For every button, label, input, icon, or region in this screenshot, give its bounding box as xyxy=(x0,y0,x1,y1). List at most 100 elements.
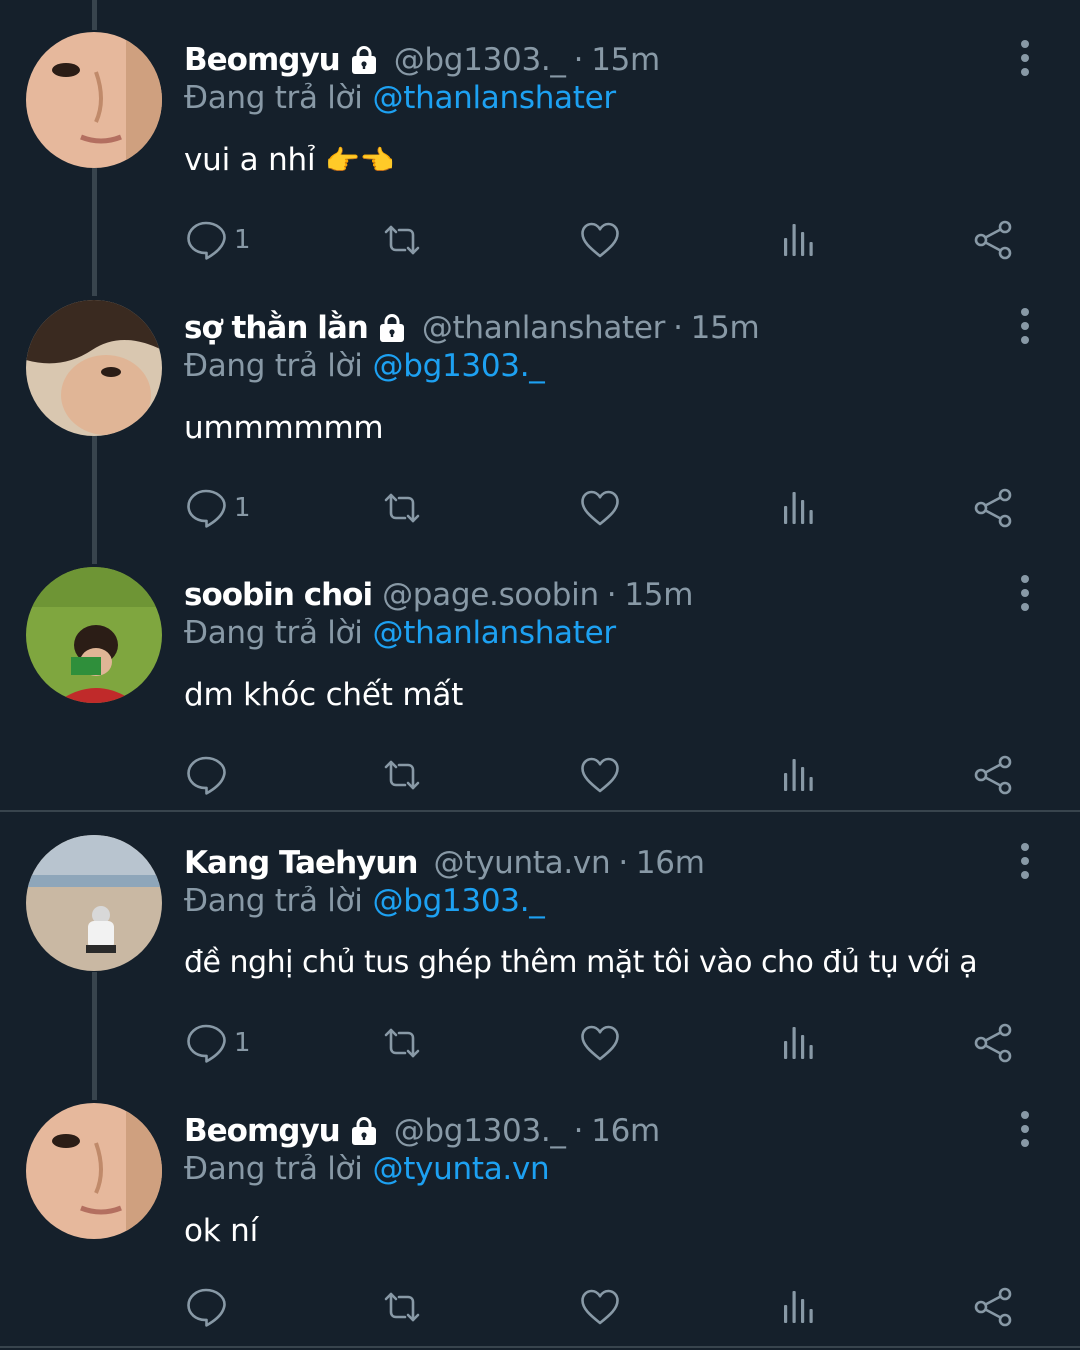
retweet-button[interactable] xyxy=(380,486,424,530)
tweet-text: đề nghị chủ tus ghép thêm mặt tôi vào ch… xyxy=(184,945,978,980)
tweet-header: Beomgyu @bg1303._ · 16m xyxy=(184,1109,660,1153)
author-name[interactable]: sợ thằn lằn xyxy=(184,310,369,346)
like-button[interactable] xyxy=(578,753,622,797)
author-name[interactable]: Kang Taehyun xyxy=(184,845,419,881)
tweet-text: ummmmmm xyxy=(184,410,384,446)
tweet-text: vui a nhỉ 👉👈 xyxy=(184,142,395,178)
tweet[interactable]: Beomgyu @bg1303._ · 16m Đang trả lời @tyu… xyxy=(0,1103,1080,1349)
tweet[interactable]: Kang Taehyun @tyunta.vn · 16m Đang trả l… xyxy=(0,835,1080,1081)
reply-to-link[interactable]: @bg1303._ xyxy=(373,348,545,384)
separator-dot: · xyxy=(573,1113,584,1149)
author-handle[interactable]: @bg1303._ xyxy=(394,42,566,78)
share-button[interactable] xyxy=(972,1285,1016,1329)
share-icon xyxy=(972,753,1016,797)
reply-to-link[interactable]: @thanlanshater xyxy=(373,80,617,116)
author-handle[interactable]: @bg1303._ xyxy=(394,1113,566,1149)
tweet[interactable]: soobin choi @page.soobin · 15m Đang trả … xyxy=(0,567,1080,813)
share-button[interactable] xyxy=(972,218,1016,262)
bottom-divider xyxy=(0,1346,1080,1348)
reply-button[interactable] xyxy=(184,753,234,797)
share-icon xyxy=(972,1285,1016,1329)
like-button[interactable] xyxy=(578,1021,622,1065)
like-button[interactable] xyxy=(578,486,622,530)
tweet[interactable]: sợ thằn lằn @thanlanshater · 15m Đang tr… xyxy=(0,300,1080,546)
more-vertical-icon[interactable] xyxy=(1010,1109,1040,1149)
tweet-header: Beomgyu @bg1303._ · 15m xyxy=(184,38,660,82)
share-icon xyxy=(972,486,1016,530)
more-vertical-icon[interactable] xyxy=(1010,306,1040,346)
avatar[interactable] xyxy=(26,32,162,168)
like-button[interactable] xyxy=(578,218,622,262)
tweet[interactable]: Beomgyu @bg1303._ · 15m Đang trả lời @tha… xyxy=(0,32,1080,278)
replying-to-label: Đang trả lời xyxy=(184,615,363,651)
reply-to-link[interactable]: @thanlanshater xyxy=(373,615,617,651)
heart-icon xyxy=(578,753,622,797)
share-icon xyxy=(972,218,1016,262)
heart-icon xyxy=(578,218,622,262)
lock-icon xyxy=(348,44,380,76)
author-name[interactable]: Beomgyu xyxy=(184,42,341,78)
analytics-button[interactable] xyxy=(776,218,820,262)
more-vertical-icon[interactable] xyxy=(1010,573,1040,613)
comment-icon xyxy=(184,1285,228,1329)
avatar[interactable] xyxy=(26,835,162,971)
author-handle[interactable]: @tyunta.vn xyxy=(434,845,611,881)
timestamp[interactable]: 16m xyxy=(636,845,705,881)
retweet-button[interactable] xyxy=(380,218,424,262)
share-button[interactable] xyxy=(972,753,1016,797)
timestamp[interactable]: 16m xyxy=(591,1113,660,1149)
author-name[interactable]: Beomgyu xyxy=(184,1113,341,1149)
analytics-button[interactable] xyxy=(776,753,820,797)
author-name[interactable]: soobin choi xyxy=(184,577,373,613)
timestamp[interactable]: 15m xyxy=(591,42,660,78)
reply-to-link[interactable]: @tyunta.vn xyxy=(373,1151,550,1187)
retweet-button[interactable] xyxy=(380,1021,424,1065)
reply-count: 1 xyxy=(234,493,251,523)
action-bar xyxy=(184,1285,1034,1329)
tweet-text-body: vui a nhỉ xyxy=(184,142,316,178)
replying-to: Đang trả lời @thanlanshater xyxy=(184,615,616,651)
author-handle[interactable]: @page.soobin xyxy=(382,577,599,613)
reply-count: 1 xyxy=(234,225,251,255)
more-vertical-icon[interactable] xyxy=(1010,841,1040,881)
avatar[interactable] xyxy=(26,567,162,703)
lock-icon xyxy=(348,1115,380,1147)
reply-button[interactable] xyxy=(184,1285,234,1329)
tweet-emoji: 👉👈 xyxy=(325,144,395,177)
author-handle[interactable]: @thanlanshater xyxy=(422,310,666,346)
replying-to-label: Đang trả lời xyxy=(184,80,363,116)
retweet-icon xyxy=(380,218,424,262)
action-bar xyxy=(184,753,1034,797)
share-button[interactable] xyxy=(972,1021,1016,1065)
retweet-icon xyxy=(380,1021,424,1065)
reply-button[interactable]: 1 xyxy=(184,1021,251,1065)
action-bar: 1 xyxy=(184,218,1034,262)
reply-to-link[interactable]: @bg1303._ xyxy=(373,883,545,919)
replying-to-label: Đang trả lời xyxy=(184,1151,363,1187)
heart-icon xyxy=(578,1021,622,1065)
timestamp[interactable]: 15m xyxy=(691,310,760,346)
avatar[interactable] xyxy=(26,300,162,436)
separator-dot: · xyxy=(618,845,628,881)
retweet-button[interactable] xyxy=(380,1285,424,1329)
reply-button[interactable]: 1 xyxy=(184,486,251,530)
comment-icon xyxy=(184,218,228,262)
action-bar: 1 xyxy=(184,486,1034,530)
replying-to-label: Đang trả lời xyxy=(184,348,363,384)
heart-icon xyxy=(578,1285,622,1329)
avatar[interactable] xyxy=(26,1103,162,1239)
like-button[interactable] xyxy=(578,1285,622,1329)
reply-button[interactable]: 1 xyxy=(184,218,251,262)
separator-dot: · xyxy=(673,310,683,346)
analytics-button[interactable] xyxy=(776,1285,820,1329)
more-vertical-icon[interactable] xyxy=(1010,38,1040,78)
retweet-button[interactable] xyxy=(380,753,424,797)
share-button[interactable] xyxy=(972,486,1016,530)
analytics-button[interactable] xyxy=(776,1021,820,1065)
comment-icon xyxy=(184,753,228,797)
timestamp[interactable]: 15m xyxy=(624,577,693,613)
analytics-button[interactable] xyxy=(776,486,820,530)
analytics-icon xyxy=(776,486,820,530)
conversation-divider xyxy=(0,810,1080,812)
analytics-icon xyxy=(776,1021,820,1065)
